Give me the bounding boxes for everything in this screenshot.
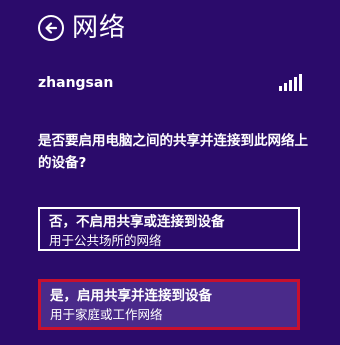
network-name: zhangsan xyxy=(38,75,114,91)
sharing-question: 是否要启用电脑之间的共享并连接到此网络上的设备? xyxy=(38,133,308,171)
back-button[interactable] xyxy=(38,15,64,41)
option-title: 是，启用共享并连接到设备 xyxy=(50,288,212,304)
network-row: zhangsan xyxy=(38,72,302,94)
page-title: 网络 xyxy=(72,13,127,43)
option-yes-sharing[interactable]: 是，启用共享并连接到设备 用于家庭或工作网络 xyxy=(38,279,300,330)
option-title: 否，不启用共享或连接到设备 xyxy=(49,214,225,230)
option-subtitle: 用于公共场所的网络 xyxy=(49,233,162,248)
option-no-sharing[interactable]: 否，不启用共享或连接到设备 用于公共场所的网络 xyxy=(38,207,300,251)
option-subtitle: 用于家庭或工作网络 xyxy=(50,307,163,322)
arrow-left-icon xyxy=(45,22,58,34)
signal-bars-icon xyxy=(279,74,302,91)
header: 网络 xyxy=(38,10,126,46)
